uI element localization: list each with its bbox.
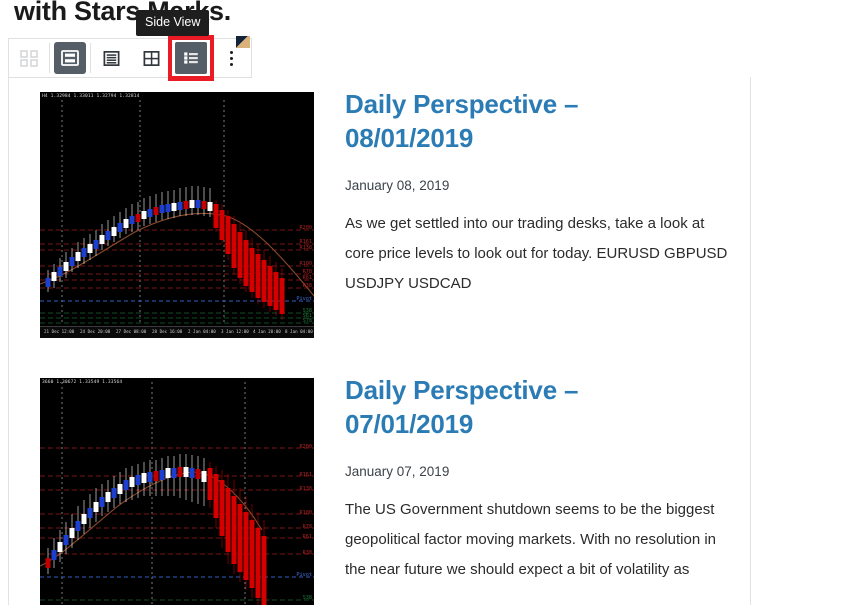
cursor-artifact [236,36,250,48]
post-thumbnail-wrap: 3660 1.30672 1.33549 1.33564 R200 R161 R… [9,367,321,605]
tile-view-button[interactable] [131,39,171,77]
kebab-icon [229,50,233,66]
candlestick-plot [40,100,314,324]
candlestick-plot [40,382,314,605]
list-item: H4 1.32984 1.33011 1.32794 1.32814 R200 … [9,81,750,338]
grid-small-icon [13,42,45,74]
axis-tick: 21 Dec 12:00 [44,329,75,334]
level-label-r200: R200 [299,225,313,231]
list-view-button[interactable] [91,39,131,77]
side-view-icon [54,42,86,74]
post-thumbnail-chart[interactable]: H4 1.32984 1.33011 1.32794 1.32814 R200 … [40,92,314,338]
level-label-r61: R61 [302,275,312,281]
level-label-s38: S38 [302,595,312,601]
level-label-r161: R161 [299,472,313,478]
post-date: January 07, 2019 [345,463,450,479]
post-excerpt: As we get settled into our trading desks… [345,214,728,292]
list-item: 3660 1.30672 1.33549 1.33564 R200 R161 R… [9,367,750,605]
tooltip-side-view: Side View [136,10,210,36]
grid-box-icon [135,42,167,74]
level-label-pivot: Pivot [296,572,312,578]
post-thumbnail-wrap: H4 1.32984 1.33011 1.32794 1.32814 R200 … [9,81,321,338]
level-label-r100: R100 [299,261,313,267]
level-label-r38: R38 [302,283,312,289]
level-label-r78: R78 [302,524,312,530]
axis-tick: 28 Dec 16:00 [152,329,183,334]
level-label-r38: R38 [302,550,312,556]
posts-list-panel: H4 1.32984 1.33011 1.32794 1.32814 R200 … [8,77,751,605]
post-date: January 08, 2019 [345,177,450,193]
detail-view-button[interactable] [168,35,214,81]
post-title-link[interactable]: Daily Perspective – 08/01/2019 [345,87,685,156]
chart-time-axis: 21 Dec 12:00 24 Dec 20:00 27 Dec 08:00 2… [40,326,314,338]
axis-tick: 27 Dec 08:00 [116,329,147,334]
axis-tick: 24 Dec 20:00 [80,329,111,334]
post-title-link[interactable]: Daily Perspective – 07/01/2019 [345,373,685,442]
axis-tick: 8 Jan 04:00 [285,329,313,334]
side-view-button[interactable] [50,39,90,77]
axis-tick: 2 Jan 04:00 [188,329,216,334]
level-label-pivot: Pivot [296,296,312,302]
axis-tick: 3 Jan 12:00 [221,329,249,334]
post-excerpt: The US Government shutdown seems to be t… [345,500,717,578]
screenshot-root: with Stars Marks. Side View H4 1.32984 1… [0,0,851,605]
level-label-r61: R61 [302,534,312,540]
grid-view-button[interactable] [9,39,49,77]
level-label-r138: R138 [299,486,313,492]
post-thumbnail-chart[interactable]: 3660 1.30672 1.33549 1.33564 R200 R161 R… [40,378,314,605]
level-label-r200: R200 [299,444,313,450]
level-label-r138: R138 [299,245,313,251]
level-label-r100: R100 [299,510,313,516]
rows-icon [95,42,127,74]
axis-tick: 4 Jan 20:00 [253,329,281,334]
list-detail-icon [175,42,207,74]
level-label-s78: S78 [302,318,312,324]
post-body: Daily Perspective – 08/01/2019 January 0… [321,81,750,338]
block-layout-toolbar [8,35,252,81]
post-body: Daily Perspective – 07/01/2019 January 0… [321,367,750,605]
